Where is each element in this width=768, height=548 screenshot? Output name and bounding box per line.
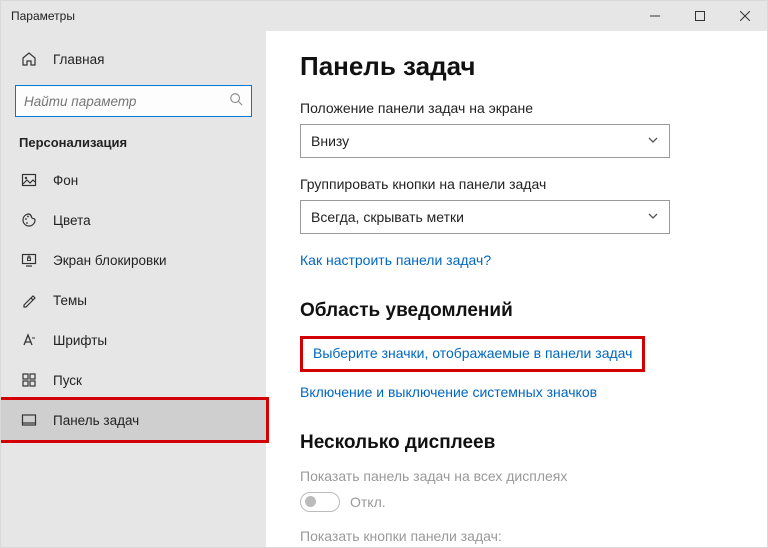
lockscreen-icon bbox=[19, 252, 39, 268]
sidebar-item-label: Цвета bbox=[53, 213, 91, 228]
sidebar-item-fonts[interactable]: Шрифты bbox=[1, 320, 266, 360]
sidebar-home-label: Главная bbox=[53, 52, 104, 67]
sidebar-item-background[interactable]: Фон bbox=[1, 160, 266, 200]
sidebar-item-lockscreen[interactable]: Экран блокировки bbox=[1, 240, 266, 280]
group-value: Всегда, скрывать метки bbox=[311, 209, 464, 225]
search-wrap bbox=[1, 85, 266, 117]
start-icon bbox=[19, 372, 39, 388]
image-icon bbox=[19, 172, 39, 188]
notification-area-heading: Область уведомлений bbox=[300, 300, 733, 322]
select-icons-link[interactable]: Выберите значки, отображаемые в панели з… bbox=[313, 345, 632, 361]
sidebar-item-label: Фон bbox=[53, 173, 78, 188]
multiple-displays-heading: Несколько дисплеев bbox=[300, 432, 733, 454]
search-input[interactable] bbox=[15, 85, 252, 117]
how-configure-link[interactable]: Как настроить панели задач? bbox=[300, 252, 491, 268]
group-label: Группировать кнопки на панели задач bbox=[300, 176, 733, 192]
home-icon bbox=[19, 51, 39, 67]
sidebar-item-label: Экран блокировки bbox=[53, 253, 167, 268]
search-field[interactable] bbox=[24, 94, 229, 109]
position-label: Положение панели задач на экране bbox=[300, 100, 733, 116]
sidebar-item-label: Темы bbox=[53, 293, 87, 308]
toggle-state-label: Откл. bbox=[350, 494, 386, 510]
taskbar-icon bbox=[19, 412, 39, 428]
titlebar: Параметры bbox=[1, 1, 767, 31]
sidebar-item-label: Панель задач bbox=[53, 413, 139, 428]
sidebar: Главная Персонализация Фон Цвета Экран б… bbox=[1, 31, 266, 547]
maximize-button[interactable] bbox=[677, 1, 722, 31]
show-all-displays-toggle[interactable] bbox=[300, 492, 340, 512]
sidebar-item-label: Шрифты bbox=[53, 333, 107, 348]
minimize-button[interactable] bbox=[632, 1, 677, 31]
show-buttons-label: Показать кнопки панели задач: bbox=[300, 528, 733, 544]
chevron-down-icon bbox=[647, 209, 659, 225]
sidebar-item-label: Пуск bbox=[53, 373, 82, 388]
themes-icon bbox=[19, 292, 39, 308]
system-icons-link[interactable]: Включение и выключение системных значков bbox=[300, 384, 597, 400]
show-all-displays-toggle-row: Откл. bbox=[300, 492, 733, 512]
sidebar-item-colors[interactable]: Цвета bbox=[1, 200, 266, 240]
sidebar-section-label: Персонализация bbox=[1, 127, 266, 160]
settings-window: Параметры Главная Персонализация Фон bbox=[0, 0, 768, 548]
close-button[interactable] bbox=[722, 1, 767, 31]
main-content: Панель задач Положение панели задач на э… bbox=[266, 31, 767, 547]
sidebar-home[interactable]: Главная bbox=[1, 39, 266, 79]
palette-icon bbox=[19, 212, 39, 228]
position-select[interactable]: Внизу bbox=[300, 124, 670, 158]
toggle-knob bbox=[305, 496, 316, 507]
window-title: Параметры bbox=[1, 9, 632, 23]
annotation-highlight-sidebar: Панель задач bbox=[1, 397, 269, 443]
sidebar-item-start[interactable]: Пуск bbox=[1, 360, 266, 400]
fonts-icon bbox=[19, 332, 39, 348]
page-heading: Панель задач bbox=[300, 51, 733, 82]
search-icon bbox=[229, 92, 243, 111]
group-select[interactable]: Всегда, скрывать метки bbox=[300, 200, 670, 234]
window-body: Главная Персонализация Фон Цвета Экран б… bbox=[1, 31, 767, 547]
sidebar-item-taskbar[interactable]: Панель задач bbox=[1, 400, 266, 440]
position-value: Внизу bbox=[311, 133, 349, 149]
show-all-displays-label: Показать панель задач на всех дисплеях bbox=[300, 468, 733, 484]
sidebar-item-themes[interactable]: Темы bbox=[1, 280, 266, 320]
annotation-highlight-link: Выберите значки, отображаемые в панели з… bbox=[300, 336, 645, 372]
chevron-down-icon bbox=[647, 133, 659, 149]
